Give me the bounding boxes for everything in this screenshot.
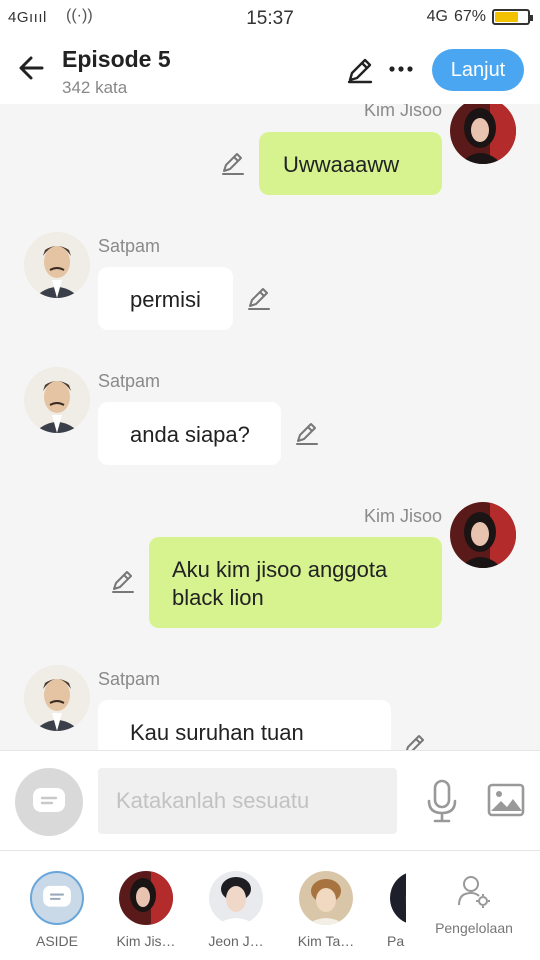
avatar-satpam[interactable] [24,232,90,298]
sender-name: Satpam [98,371,161,391]
message-bubble[interactable]: Kau suruhan tuan [98,700,391,750]
message-bubble[interactable]: Aku kim jisoo anggota black lion [149,537,442,628]
status-right: 4G 67% [426,8,533,26]
chat-bubble-icon [43,885,71,907]
battery-percent: 67% [453,8,486,25]
avatar-satpam[interactable] [24,665,90,731]
message-input[interactable] [98,768,397,834]
message-text: Aku kim jisoo anggota [172,557,388,582]
image-icon[interactable] [487,783,525,817]
episode-header: Episode 5 342 kata Lanjut [0,36,540,104]
character-name: Kim Ta… [297,933,355,949]
battery-icon [492,9,533,25]
character-kim-ta[interactable]: Kim Ta… [286,871,366,949]
sender-name: Satpam [98,669,161,689]
episode-title: Episode 5 [62,46,171,72]
message-text: anda siapa? [130,422,250,447]
character-kim-jisoo[interactable]: Kim Jis… [106,871,186,949]
sender-name: Kim Jisoo [363,506,442,526]
more-options-icon[interactable] [386,54,416,84]
character-aside[interactable]: ASIDE [17,871,97,949]
message-text: Kau suruhan tuan [130,720,304,745]
character-avatar [209,871,263,925]
network-type: 4G [426,8,448,25]
message-bubble[interactable]: anda siapa? [98,402,281,465]
character-avatar [119,871,173,925]
message-text: black lion [172,585,264,610]
microphone-icon[interactable] [424,779,460,823]
avatar-satpam[interactable] [24,367,90,433]
aside-avatar [30,871,84,925]
chat-bubble-icon [33,788,65,812]
character-name: Jeon J… [208,933,264,949]
sender-name: Kim Jisoo [363,104,442,120]
character-avatar [390,871,406,925]
character-partial[interactable]: Pa [376,871,406,949]
message-text: permisi [130,287,201,312]
sender-name: Satpam [98,236,161,256]
compose-bar [0,750,540,850]
edit-message-icon[interactable] [110,568,136,594]
user-settings-icon [458,876,490,908]
word-count: 342 kata [62,78,128,97]
edit-pencil-icon[interactable] [344,54,376,86]
edit-message-icon[interactable] [246,285,272,311]
aside-toggle-button[interactable] [15,768,83,836]
character-avatar [299,871,353,925]
edit-message-icon[interactable] [220,150,246,176]
status-bar: 4Gıııl ((·)) 15:37 4G 67% [0,0,540,36]
message-bubble[interactable]: Uwwaaaww [259,132,442,195]
character-jeon[interactable]: Jeon J… [196,871,276,949]
next-button[interactable]: Lanjut [432,49,524,91]
manage-characters-button[interactable]: Pengelolaan [424,873,524,936]
message-text: Uwwaaaww [283,152,400,177]
edit-message-icon[interactable] [294,420,320,446]
character-name: ASIDE [35,933,78,949]
character-name: Pa [387,933,405,949]
character-name: Kim Jis… [116,933,176,949]
manage-label: Pengelolaan [435,920,513,936]
character-bar: ASIDE Kim Jis… Jeon J… Kim Ta… Pa Pengel… [0,850,540,960]
edit-message-icon[interactable] [402,732,428,750]
avatar-kim-jisoo[interactable] [450,104,516,164]
avatar-kim-jisoo[interactable] [450,502,516,568]
message-bubble[interactable]: permisi [98,267,233,330]
back-arrow-icon[interactable] [14,50,50,86]
chat-area[interactable]: Kim Jisoo Uwwaaaww Satpam permisi Satpam… [0,104,540,750]
